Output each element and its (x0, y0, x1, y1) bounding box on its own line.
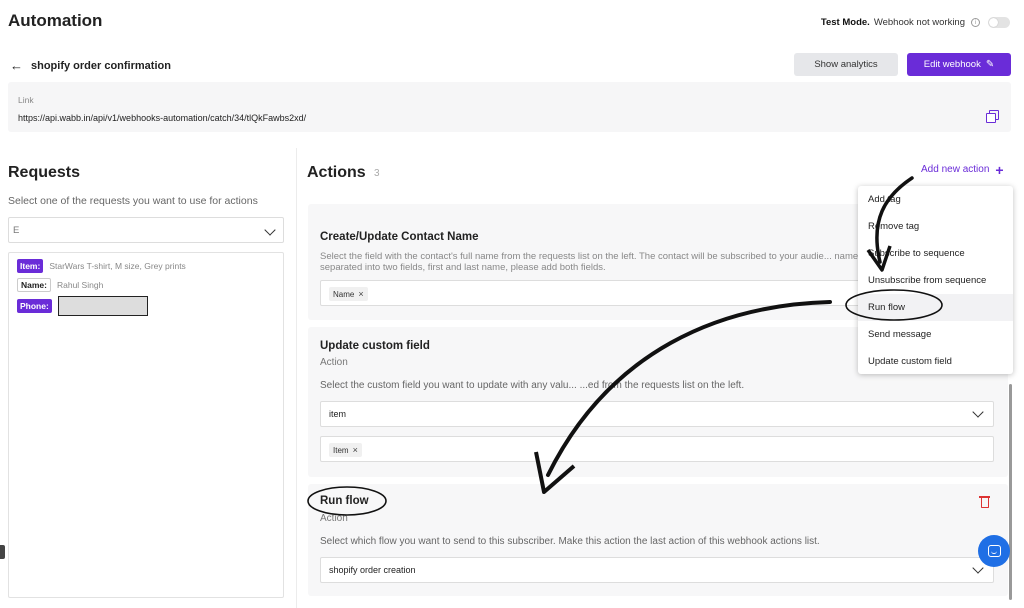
back-arrow-icon[interactable]: ← (10, 58, 23, 73)
menu-item-update-custom-field[interactable]: Update custom field (858, 348, 1013, 375)
request-field-row[interactable]: Phone: (17, 296, 148, 316)
scrollbar[interactable] (1009, 384, 1012, 600)
action-card-subtitle: Action (320, 513, 348, 524)
redacted-value (57, 296, 148, 316)
request-field-key[interactable]: Name: (17, 278, 51, 292)
menu-item-send-message[interactable]: Send message (858, 321, 1013, 348)
request-field-row[interactable]: Name: Rahul Singh (17, 278, 103, 292)
chat-launcher[interactable] (978, 535, 1010, 567)
copy-icon[interactable] (986, 110, 999, 123)
field-chip[interactable]: Item × (329, 443, 362, 457)
chat-icon (987, 545, 1001, 557)
edit-webhook-button[interactable]: Edit webhook ✎ (907, 53, 1011, 76)
test-mode-label: Test Mode. (820, 17, 870, 28)
app-title: Automation (8, 11, 103, 30)
action-card-desc: Select the field with the contact's full… (320, 251, 868, 273)
requests-subtitle: Select one of the requests you want to u… (8, 195, 258, 207)
close-icon[interactable]: × (353, 445, 358, 455)
column-divider (296, 148, 297, 608)
action-card-title: Update custom field (320, 340, 430, 352)
menu-item-unsubscribe[interactable]: Unsubscribe from sequence (858, 267, 1013, 294)
action-card-desc: Select the custom field you want to upda… (320, 380, 745, 391)
test-mode-indicator: Test Mode. Webhook not working i (821, 17, 1010, 28)
edit-webhook-label: Edit webhook (923, 59, 981, 70)
request-field-key[interactable]: Phone: (17, 299, 52, 313)
field-chip-label: Name (333, 289, 355, 299)
test-mode-status: Webhook not working (873, 17, 965, 28)
flow-select-value: shopify order creation (329, 565, 416, 575)
plus-icon: + (995, 161, 1004, 178)
show-analytics-button[interactable]: Show analytics (794, 53, 898, 76)
menu-item-subscribe[interactable]: Subscribe to sequence (858, 240, 1013, 267)
trash-icon[interactable] (979, 495, 990, 508)
link-box (8, 82, 1011, 132)
close-icon[interactable]: × (358, 289, 363, 299)
action-card-subtitle: Action (320, 357, 348, 368)
custom-field-select[interactable] (320, 401, 994, 427)
request-field-key[interactable]: Item: (17, 259, 44, 273)
info-icon[interactable]: i (971, 18, 980, 27)
request-field-value: StarWars T-shirt, M size, Grey prints (49, 261, 186, 271)
webhook-name: shopify order confirmation (31, 59, 171, 72)
action-card-desc: Select which flow you want to send to th… (320, 536, 820, 547)
action-card-title: Create/Update Contact Name (320, 231, 479, 243)
actions-count: 3 (374, 168, 380, 179)
field-chip[interactable]: Name × (329, 287, 368, 301)
menu-item-remove-tag[interactable]: Remove tag (858, 213, 1013, 240)
actions-title: Actions (307, 164, 366, 181)
requests-title: Requests (8, 164, 81, 181)
back-link[interactable]: ← shopify order confirmation (10, 58, 171, 73)
add-new-action-button[interactable]: Add new action + (921, 161, 1004, 178)
request-field-value: Rahul Singh (56, 280, 104, 290)
flow-select[interactable] (320, 557, 994, 583)
pencil-icon: ✎ (985, 59, 995, 70)
field-chip-label: Item (333, 445, 349, 455)
menu-item-run-flow[interactable]: Run flow (858, 294, 1013, 321)
request-select[interactable] (8, 217, 284, 243)
test-mode-toggle[interactable] (988, 17, 1010, 28)
add-new-action-label: Add new action (921, 164, 990, 175)
request-select-value: E (13, 225, 20, 236)
custom-field-select-value: item (329, 409, 347, 419)
menu-item-add-tag[interactable]: Add tag (858, 186, 1013, 213)
action-card-title: Run flow (320, 495, 369, 507)
request-field-row[interactable]: Item: StarWars T-shirt, M size, Grey pri… (17, 259, 186, 273)
link-label: Link (18, 95, 34, 105)
edge-handle[interactable] (0, 545, 5, 559)
webhook-url[interactable]: https://api.wabb.in/api/v1/webhooks-auto… (18, 113, 306, 123)
field-chip-input[interactable] (320, 436, 994, 462)
